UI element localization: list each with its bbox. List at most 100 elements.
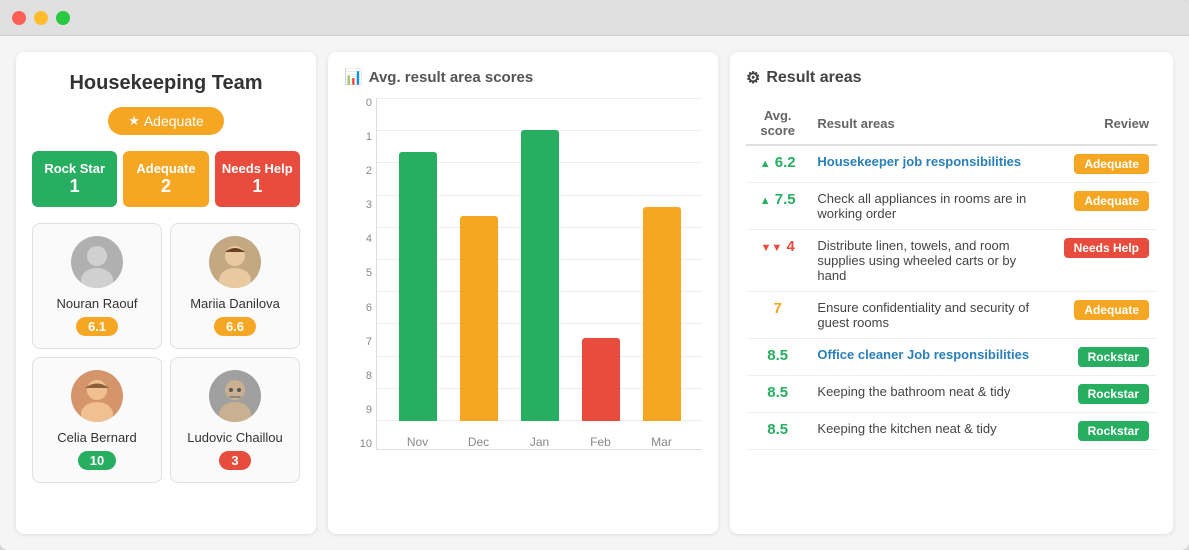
col-avg-score: Avg. score [746,102,809,145]
member-card-3: Celia Bernard 10 [32,357,162,483]
y-label-10: 10 [344,439,372,450]
review-cell-5: Rockstar [1056,376,1157,413]
y-axis-labels: 10 9 8 7 6 5 4 3 2 1 0 [344,98,372,450]
table-row-3: 7Ensure confidentiality and security of … [746,292,1157,339]
stat-needs-help-label: Needs Help [221,161,294,176]
member-score-1: 6.1 [76,317,118,336]
y-label-0: 0 [344,98,372,109]
close-button[interactable] [12,11,26,25]
content-area: Housekeeping Team ★ Adequate Rock Star 1… [0,36,1189,550]
avatar-2 [209,236,261,288]
avatar-svg-4 [209,370,261,422]
y-label-7: 7 [344,337,372,348]
star-icon: ★ [128,113,140,129]
chart-icon: 📊 [344,68,363,86]
overall-badge: ★ Adequate [108,107,224,135]
bars-container [377,98,702,421]
team-title: Housekeeping Team [32,72,300,95]
review-badge-6: Rockstar [1078,421,1149,441]
stats-row: Rock Star 1 Adequate 2 Needs Help 1 [32,151,300,207]
members-grid: Nouran Raouf 6.1 Mariia Danilova 6 [32,223,300,483]
bar-group-jan [509,130,570,421]
table-body: ▲ 6.2Housekeeper job responsibilitiesAde… [746,145,1157,450]
x-label-jan: Jan [509,435,570,449]
result-areas-title-text: Result areas [766,69,861,87]
y-label-3: 3 [344,200,372,211]
result-areas-title: ⚙ Result areas [746,68,1157,88]
stat-needs-help: Needs Help 1 [215,151,300,207]
avg-score-cell-4: 8.5 [746,339,809,376]
y-label-2: 2 [344,166,372,177]
member-name-3: Celia Bernard [41,430,153,445]
avg-score-cell-0: ▲ 6.2 [746,145,809,183]
y-label-4: 4 [344,234,372,245]
bar-group-dec [448,216,509,421]
stat-rockstar: Rock Star 1 [32,151,117,207]
col-result-areas: Result areas [809,102,1055,145]
area-name-cell-6: Keeping the kitchen neat & tidy [809,413,1055,450]
review-cell-1: Adequate [1056,183,1157,230]
table-row-4: 8.5Office cleaner Job responsibilities Ro… [746,339,1157,376]
table-header: Avg. score Result areas Review [746,102,1157,145]
minimize-button[interactable] [34,11,48,25]
result-areas-panel: ⚙ Result areas Avg. score Result areas R… [730,52,1173,534]
area-name-cell-2: Distribute linen, towels, and room suppl… [809,230,1055,292]
stat-rockstar-count: 1 [38,176,111,197]
x-label-dec: Dec [448,435,509,449]
area-name-cell-4: Office cleaner Job responsibilities [809,339,1055,376]
bar-group-nov [387,152,448,421]
stat-adequate: Adequate 2 [123,151,208,207]
review-cell-3: Adequate [1056,292,1157,339]
chart-inner: Nov Dec Jan Feb Mar [376,98,702,450]
review-cell-4: Rockstar [1056,339,1157,376]
stat-adequate-count: 2 [129,176,202,197]
review-cell-6: Rockstar [1056,413,1157,450]
member-card-4: Ludovic Chaillou 3 [170,357,300,483]
avg-score-cell-6: 8.5 [746,413,809,450]
x-label-mar: Mar [631,435,692,449]
bar-dec [460,216,498,421]
y-label-8: 8 [344,371,372,382]
avatar-3 [71,370,123,422]
area-name-cell-0: Housekeeper job responsibilities [809,145,1055,183]
y-label-5: 5 [344,268,372,279]
main-window: Housekeeping Team ★ Adequate Rock Star 1… [0,0,1189,550]
area-name-cell-3: Ensure confidentiality and security of g… [809,292,1055,339]
bar-mar [643,207,681,421]
maximize-button[interactable] [56,11,70,25]
area-name-cell-5: Keeping the bathroom neat & tidy [809,376,1055,413]
review-badge-3: Adequate [1074,300,1149,320]
member-name-4: Ludovic Chaillou [179,430,291,445]
chart-panel: 📊 Avg. result area scores 10 9 8 7 6 5 4… [328,52,718,534]
member-score-3: 10 [78,451,116,470]
chart-title-text: Avg. result area scores [369,69,534,86]
title-bar [0,0,1189,36]
avatar-1 [71,236,123,288]
avg-score-cell-5: 8.5 [746,376,809,413]
chart-title: 📊 Avg. result area scores [344,68,702,86]
review-badge-0: Adequate [1074,154,1149,174]
avg-score-cell-2: ▼▼ 4 [746,230,809,292]
x-label-nov: Nov [387,435,448,449]
avatar-4 [209,370,261,422]
table-row-1: ▲ 7.5Check all appliances in rooms are i… [746,183,1157,230]
table-row-6: 8.5Keeping the kitchen neat & tidy Rockst… [746,413,1157,450]
table-row-5: 8.5Keeping the bathroom neat & tidyRocks… [746,376,1157,413]
header-row: Avg. score Result areas Review [746,102,1157,145]
sliders-icon: ⚙ [746,68,760,88]
avg-score-cell-3: 7 [746,292,809,339]
stat-adequate-label: Adequate [129,161,202,176]
avatar-svg-3 [71,370,123,422]
stat-rockstar-label: Rock Star [38,161,111,176]
y-label-1: 1 [344,132,372,143]
area-name-cell-1: Check all appliances in rooms are in wor… [809,183,1055,230]
avatar-svg-1 [71,236,123,288]
member-card-1: Nouran Raouf 6.1 [32,223,162,349]
review-badge-4: Rockstar [1078,347,1149,367]
table-row-0: ▲ 6.2Housekeeper job responsibilities Ade… [746,145,1157,183]
bar-group-mar [631,207,692,421]
chart-area: 10 9 8 7 6 5 4 3 2 1 0 [344,98,702,478]
member-name-2: Mariia Danilova [179,296,291,311]
overall-badge-container: ★ Adequate [32,107,300,135]
y-label-6: 6 [344,303,372,314]
